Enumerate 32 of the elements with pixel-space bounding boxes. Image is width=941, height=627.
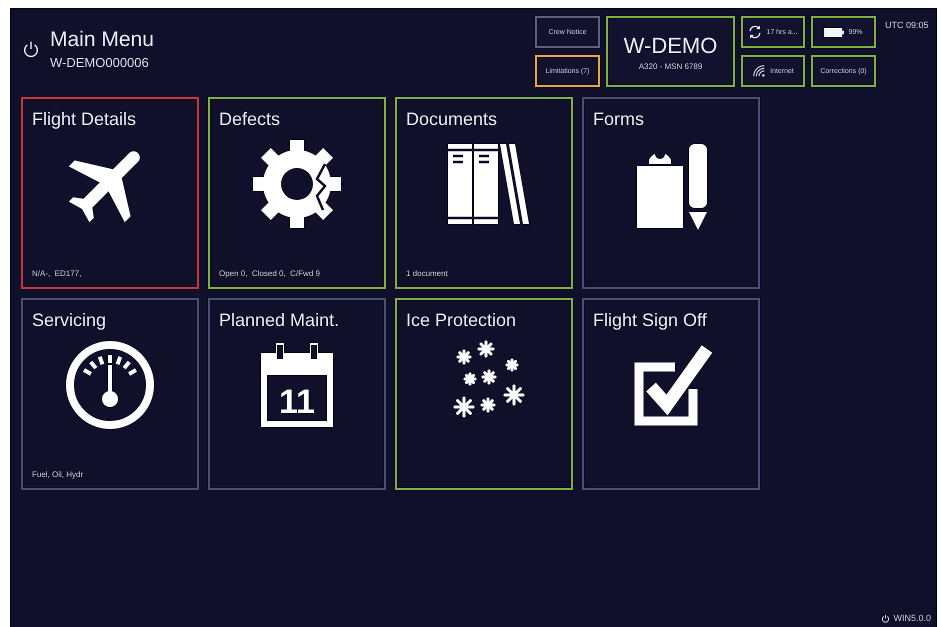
tile-title: Defects: [219, 109, 280, 130]
tile-info: Fuel, Oil, Hydr: [32, 470, 84, 479]
menu-tile[interactable]: Flight Details N/A-, ED177,: [21, 97, 199, 289]
tile-title: Servicing: [32, 310, 106, 331]
page-title: Main Menu: [50, 28, 154, 52]
tile-title: Ice Protection: [406, 310, 516, 331]
tile-info: N/A-, ED177,: [32, 269, 82, 278]
tile-title: Planned Maint.: [219, 310, 340, 331]
menu-tile[interactable]: Forms: [582, 97, 760, 289]
aircraft-panel[interactable]: W-DEMO A320 - MSN 6789: [606, 16, 735, 87]
menu-tile[interactable]: Planned Maint. 11: [208, 298, 386, 490]
power-icon[interactable]: [22, 40, 40, 58]
page-subtitle: W-DEMO000006: [50, 55, 150, 70]
menu-tile[interactable]: Ice Protection: [395, 298, 573, 490]
tile-info: Open 0, Closed 0, C/Fwd 9: [219, 269, 320, 278]
tile-info: 1 document: [406, 269, 448, 278]
aircraft-registration: W-DEMO: [624, 32, 718, 58]
menu-tile[interactable]: Documents 1 document: [395, 97, 573, 289]
tile-title: Flight Sign Off: [593, 310, 707, 331]
aircraft-type: A320 - MSN 6789: [638, 62, 702, 70]
power-icon: [881, 614, 890, 622]
sync-icon: [748, 25, 762, 39]
utc-clock: UTC 09:05: [885, 20, 929, 32]
signal-icon: [752, 64, 766, 78]
tile-title: Forms: [593, 109, 644, 130]
tile-title: Flight Details: [32, 109, 136, 130]
menu-tile[interactable]: Flight Sign Off: [582, 298, 760, 490]
version-label: WIN5.0.0: [893, 613, 931, 623]
menu-tile[interactable]: Defects Open 0, Closed 0, C/Fwd 9: [208, 97, 386, 289]
tile-title: Documents: [406, 109, 498, 130]
menu-tile[interactable]: Servicing Fuel, Oil, Hydr: [21, 298, 199, 490]
battery-icon: [824, 28, 844, 36]
